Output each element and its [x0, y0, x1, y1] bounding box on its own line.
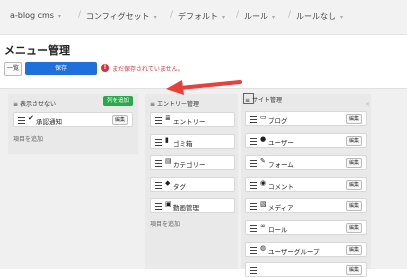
annotation-arrow: [166, 80, 242, 95]
drag-handle-icon[interactable]: [250, 267, 257, 274]
